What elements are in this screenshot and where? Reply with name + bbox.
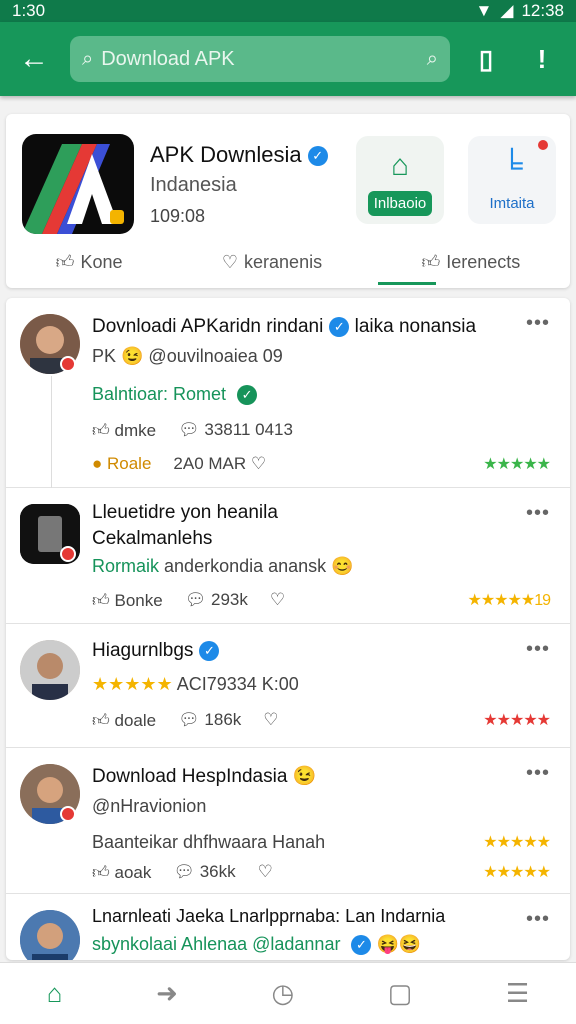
- more-options-icon[interactable]: •••: [526, 908, 550, 931]
- rating-stars: ★★★★★: [483, 834, 551, 851]
- header-meta: 109:08: [150, 206, 206, 226]
- heart-button[interactable]: ♡: [270, 590, 285, 611]
- list-item[interactable]: ••• Dovnloadi APKaridn rindani ✓ laika no…: [6, 298, 570, 488]
- avatar: [20, 640, 80, 700]
- comment-button[interactable]: 💬︎ 33811 0413: [178, 420, 293, 441]
- search-placeholder: Download APK: [101, 47, 235, 70]
- post-title: Lnarnleati Jaeka Lnarlpprnaba: Lan Indar…: [92, 906, 446, 926]
- menu-icon[interactable]: ☰: [506, 978, 529, 1009]
- status-badge: [60, 356, 76, 372]
- verified-icon: ✓: [351, 935, 372, 956]
- notification-dot: [538, 140, 548, 150]
- search-icon: ⌕: [82, 47, 94, 70]
- search-input[interactable]: ⌕ Download APK ⌕: [70, 36, 450, 82]
- avatar: [20, 910, 80, 960]
- more-options-icon[interactable]: •••: [526, 762, 550, 785]
- tab-ierenects[interactable]: 👍︎ Ierenects: [421, 251, 520, 273]
- tab-keranenis[interactable]: ♡ keranenis: [222, 252, 322, 273]
- app-bar: ← ⌕ Download APK ⌕ ▯ !: [0, 22, 576, 96]
- post-subtitle: Baanteikar dhfhwaara Hanah: [92, 832, 326, 852]
- list-item[interactable]: ••• Lnarnleati Jaeka Lnarlpprnaba: Lan I…: [6, 894, 570, 960]
- tablet-icon[interactable]: ▯: [466, 44, 506, 75]
- home-tile-button[interactable]: ⌂ Inlbaoio: [356, 136, 444, 224]
- status-bar: 1:30 ▼ ◢ 12:38: [0, 0, 576, 22]
- signal-icon: ◢: [500, 1, 514, 20]
- rating-stars: ★★★★★19: [467, 592, 551, 609]
- post-actions: 👍︎ doale 💬︎ 186k ♡: [92, 710, 279, 731]
- bookmark-icon[interactable]: ▢: [388, 978, 413, 1009]
- like-button[interactable]: 👍︎ dmke: [92, 420, 156, 441]
- header-tabs: 👍︎ Kone ♡ keranenis 👍︎ Ierenects: [6, 242, 570, 282]
- status-badge: [60, 806, 76, 822]
- list-item[interactable]: ••• Hiagurnlbgs ✓ ★★★★★ ACI79334 K:00 👍︎ …: [6, 624, 570, 748]
- more-options-icon[interactable]: •••: [526, 638, 550, 661]
- post-title: Download HespIndasia 😉: [92, 766, 317, 787]
- wifi-icon: ▼: [475, 1, 493, 20]
- feed-list: ••• Dovnloadi APKaridn rindani ✓ laika no…: [6, 298, 570, 960]
- post-green-label: Rormaik anderkondia anansk 😊: [92, 556, 354, 576]
- tag-label: ● Roale: [92, 454, 152, 473]
- status-time: 1:30: [12, 1, 46, 20]
- post-title: Hiagurnlbgs ✓: [92, 640, 220, 662]
- clock-icon[interactable]: ◷: [271, 978, 294, 1009]
- list-item[interactable]: ••• Download HespIndasia 😉 @nHravionion …: [6, 748, 570, 894]
- post-title: Dovnloadi APKaridn rindani ✓ laika nonans…: [92, 316, 477, 337]
- status-badge: [60, 546, 76, 562]
- alert-icon[interactable]: !: [522, 44, 562, 75]
- verified-icon: ✓: [307, 146, 328, 167]
- more-options-icon[interactable]: •••: [526, 312, 550, 335]
- like-button[interactable]: 👍︎ doale: [92, 710, 156, 731]
- rating-stars: ★★★★★: [483, 456, 551, 473]
- verified-icon: ✓: [199, 640, 220, 661]
- comment-button[interactable]: 💬︎ 293k: [185, 590, 248, 611]
- post-handle: PK 😉 @ouvilnoaiea 09: [92, 346, 283, 366]
- app-logo: [22, 134, 134, 234]
- post-title: Lleuetidre yon heanila: [92, 502, 278, 523]
- comment-button[interactable]: 💬︎ 36kk: [173, 862, 235, 883]
- post-actions: 👍︎ Bonke 💬︎ 293k ♡: [92, 590, 285, 611]
- tab-kone[interactable]: 👍︎ Kone: [56, 251, 123, 273]
- post-subtitle: sbynkolaai Ahlenaa @ladannar ✓ 😝😆: [92, 934, 422, 956]
- post-handle: @nHravionion: [92, 796, 207, 816]
- info-tile-button[interactable]: ╘ Imtaita: [468, 136, 556, 224]
- verified-icon: ✓: [237, 385, 258, 406]
- post-tags: ● Roale 2A0 MAR ♡: [92, 454, 266, 474]
- like-button[interactable]: 👍︎ aoak: [92, 862, 151, 883]
- date-label: 2A0 MAR ♡: [173, 454, 267, 473]
- verified-icon: ✓: [329, 316, 350, 337]
- list-item[interactable]: ••• Lleuetidre yon heanila Cekalmanlehs …: [6, 488, 570, 624]
- heart-button[interactable]: ♡: [258, 862, 273, 883]
- rating-stars-secondary: ★★★★★: [483, 864, 551, 881]
- like-button[interactable]: 👍︎ Bonke: [92, 590, 163, 611]
- thumbs-up-icon: 👍︎: [421, 252, 441, 272]
- back-arrow-icon[interactable]: ←: [14, 42, 54, 76]
- bottom-navigation: ⌂ ➜ ◷ ▢ ☰: [0, 962, 576, 1024]
- header-card: APK Downlesia ✓ Indanesia 109:08 ⌂ Inlbao…: [6, 114, 570, 288]
- battery-text: 12:38: [521, 1, 564, 20]
- comment-button[interactable]: 💬︎ 186k: [178, 710, 241, 731]
- post-rating-line: ★★★★★ ACI79334 K:00: [92, 674, 299, 694]
- search-icon-right: ⌕: [426, 47, 438, 70]
- thumbs-up-icon: 👍︎: [55, 252, 75, 272]
- heart-icon: ♡: [221, 251, 239, 272]
- post-subtitle: Cekalmanlehs: [92, 528, 213, 549]
- rating-stars: ★★★★★: [483, 712, 551, 729]
- home-icon: ⌂: [390, 149, 410, 182]
- post-green-label: Balntioar: Romet ✓: [92, 384, 258, 406]
- heart-button[interactable]: ♡: [263, 710, 278, 731]
- header-title: APK Downlesia ✓: [150, 142, 328, 168]
- more-options-icon[interactable]: •••: [526, 502, 550, 525]
- home-icon[interactable]: ⌂: [47, 978, 63, 1009]
- chart-icon: ╘: [501, 149, 523, 182]
- post-actions: 👍︎ dmke 💬︎ 33811 0413: [92, 420, 293, 441]
- active-tab-indicator: [378, 282, 436, 285]
- forward-arrow-icon[interactable]: ➜: [156, 978, 178, 1009]
- info-tile-label: Imtaita: [489, 195, 535, 212]
- header-subtitle: Indanesia: [150, 174, 237, 196]
- home-tile-label: Inlbaoio: [367, 191, 433, 216]
- rating-stars: ★★★★★: [92, 674, 173, 694]
- post-actions: 👍︎ aoak 💬︎ 36kk ♡: [92, 862, 273, 883]
